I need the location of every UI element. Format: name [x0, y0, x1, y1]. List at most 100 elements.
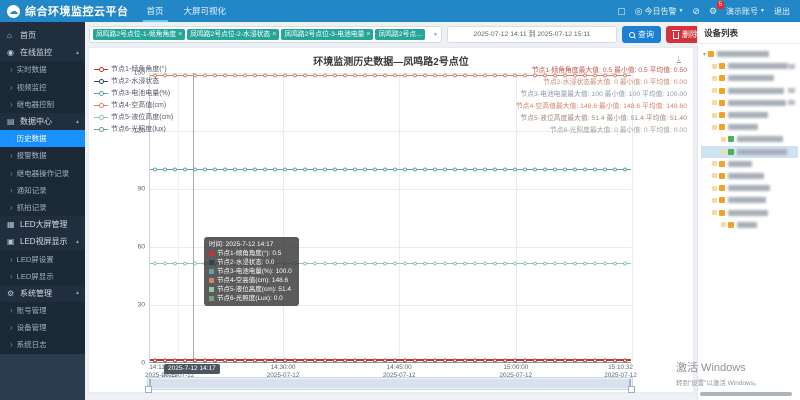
- home-icon: ⌂: [7, 31, 17, 40]
- sidebar-item-label: 实时数据: [17, 64, 47, 75]
- tree-toggle-icon[interactable]: [712, 88, 717, 93]
- nav-bigscreen[interactable]: 大屏可视化: [182, 0, 229, 22]
- tree-toggle-icon[interactable]: [712, 210, 717, 215]
- sidebar-item[interactable]: ›继电器控制: [0, 96, 85, 113]
- account-menu[interactable]: 演示账号 ▼: [726, 6, 765, 17]
- tree-toggle-icon[interactable]: [712, 198, 717, 203]
- download-icon[interactable]: ↓: [677, 54, 682, 63]
- legend-item[interactable]: 节点2-水浸状态: [94, 75, 173, 87]
- tree-toggle-icon[interactable]: [712, 76, 717, 81]
- legend-item[interactable]: 节点5-液位高度(cm): [94, 111, 173, 123]
- sidebar-item[interactable]: ⚙系统管理▲: [0, 285, 85, 302]
- device-tree-row[interactable]: [701, 206, 798, 218]
- sidebar-item[interactable]: ›账号管理: [0, 302, 85, 319]
- legend-item[interactable]: 节点3-电池电量(%): [94, 87, 173, 99]
- device-tree-row[interactable]: [701, 60, 798, 72]
- mute-icon[interactable]: ⊘: [692, 6, 700, 16]
- sidebar-item-label: 首页: [20, 30, 36, 41]
- device-tree-row[interactable]: [701, 146, 798, 158]
- today-alarm-menu[interactable]: ◎ 今日告警 ▼: [635, 6, 684, 17]
- device-tree-row[interactable]: ▾: [701, 48, 798, 60]
- close-icon[interactable]: ×: [366, 29, 370, 40]
- legend-item[interactable]: 节点6-光照度(lux): [94, 123, 173, 135]
- date-range-input[interactable]: 2025-07-12 14:11 到 2025-07-12 15:11: [447, 26, 617, 43]
- device-tree-row[interactable]: [701, 85, 798, 97]
- sidebar-item[interactable]: ›系统日志: [0, 336, 85, 353]
- device-tree-row[interactable]: [701, 133, 798, 145]
- tag-chip[interactable]: 凤鸣路2号点位-2-水浸状态×: [187, 29, 279, 40]
- datazoom-slider[interactable]: [147, 377, 633, 390]
- device-tree-row[interactable]: [701, 170, 798, 182]
- datazoom-range[interactable]: [149, 379, 631, 388]
- close-icon[interactable]: ×: [272, 29, 276, 40]
- legend-dot: [99, 127, 104, 132]
- axis-pointer-label: 2025-7-12 14:17: [164, 364, 220, 374]
- tree-toggle-icon[interactable]: [721, 137, 726, 142]
- sidebar-item[interactable]: ›LED屏显示: [0, 268, 85, 285]
- device-tree-row[interactable]: [701, 182, 798, 194]
- sidebar-item[interactable]: ▦LED大屏管理: [0, 216, 85, 233]
- legend-dot: [99, 91, 104, 96]
- tree-toggle-icon[interactable]: [712, 113, 717, 118]
- settings-menu[interactable]: ⚙ 5: [709, 6, 717, 16]
- device-tree-row[interactable]: [701, 121, 798, 133]
- sidebar-item[interactable]: ▣LED视屏显示▲: [0, 233, 85, 250]
- legend-dot: [99, 67, 104, 72]
- sidebar-item[interactable]: ›LED屏设置: [0, 250, 85, 267]
- tree-toggle-icon[interactable]: [712, 64, 717, 69]
- topnav-right: ▢ ◎ 今日告警 ▼ ⊘ ⚙ 5 演示账号 ▼ 退出: [617, 6, 800, 17]
- sidebar-item[interactable]: ›实时数据: [0, 61, 85, 78]
- device-name-blurred: [728, 210, 768, 216]
- fullscreen-icon[interactable]: ▢: [617, 6, 626, 16]
- tree-toggle-icon[interactable]: [712, 161, 717, 166]
- tag-chip-label: 凤鸣路2号点位-3-电池电量: [284, 29, 364, 40]
- logout-button[interactable]: 退出: [774, 6, 790, 17]
- device-icon: [719, 185, 725, 191]
- tree-caret-icon[interactable]: ▾: [703, 51, 706, 58]
- datazoom-right-handle[interactable]: [628, 386, 635, 393]
- tree-toggle-icon[interactable]: [712, 186, 717, 191]
- sidebar-item[interactable]: ›视频监控: [0, 79, 85, 96]
- tree-toggle-icon[interactable]: [712, 100, 717, 105]
- legend-item[interactable]: 节点4-空高值(cm): [94, 99, 173, 111]
- axis-pointer-line: [193, 73, 194, 362]
- device-name-blurred: [717, 51, 769, 57]
- tag-chip-label: 凤鸣路2号点位-1-倾角角度: [96, 29, 176, 40]
- device-tree-row[interactable]: [701, 97, 798, 109]
- sidebar-item[interactable]: ›抓拍记录: [0, 199, 85, 216]
- close-icon[interactable]: ×: [178, 29, 182, 40]
- account-label: 演示账号: [726, 6, 758, 17]
- tag-chip[interactable]: 凤鸣路2号点位-1-倾角角度×: [93, 29, 185, 40]
- device-tree-row[interactable]: [701, 219, 798, 231]
- top-navbar: ☁ 综合环境监控云平台 首页 大屏可视化 ▢ ◎ 今日告警 ▼ ⊘ ⚙ 5 演示…: [0, 0, 800, 22]
- point-select-input[interactable]: 凤鸣路2号点位-1-倾角角度×凤鸣路2号点位-2-水浸状态×凤鸣路2号点位-3-…: [89, 26, 442, 43]
- tree-toggle-icon[interactable]: [712, 125, 717, 130]
- sidebar-item[interactable]: ⌂首页: [0, 27, 85, 44]
- app-title: 综合环境监控云平台: [25, 3, 129, 19]
- legend-marker-icon: [94, 114, 108, 120]
- sidebar-item-label: 系统日志: [17, 339, 47, 350]
- stat-line: 节点3-电池电量最大值: 100 最小值: 100 平均值: 100.00: [516, 89, 687, 101]
- sidebar-item[interactable]: ›报警数据: [0, 147, 85, 164]
- tag-chip[interactable]: 凤鸣路2号点位-3-电池电量×: [281, 29, 373, 40]
- device-tree-scrollbar[interactable]: [700, 392, 792, 396]
- datazoom-left-handle[interactable]: [145, 386, 152, 393]
- sidebar-item[interactable]: ›历史数据: [0, 130, 85, 147]
- nav-home[interactable]: 首页: [145, 0, 166, 22]
- device-name-blurred: [728, 197, 766, 203]
- sidebar-item[interactable]: ◉在线监控▲: [0, 44, 85, 61]
- device-tree-row[interactable]: [701, 109, 798, 121]
- device-tree-row[interactable]: [701, 194, 798, 206]
- tag-chip[interactable]: 凤鸣路2号点...: [375, 29, 424, 40]
- sidebar-item[interactable]: ›设备管理: [0, 319, 85, 336]
- sidebar-item[interactable]: ▤数据中心▲: [0, 113, 85, 130]
- tree-toggle-icon[interactable]: [721, 222, 726, 227]
- tree-toggle-icon[interactable]: [712, 173, 717, 178]
- query-button[interactable]: 查询: [622, 26, 661, 43]
- device-tree-row[interactable]: [701, 158, 798, 170]
- device-tree-row[interactable]: [701, 72, 798, 84]
- sidebar-item[interactable]: ›继电器操作记录: [0, 165, 85, 182]
- tree-toggle-icon[interactable]: [721, 149, 726, 154]
- legend-item[interactable]: 节点1-倾角角度(°): [94, 63, 173, 75]
- sidebar-item[interactable]: ›通知记录: [0, 182, 85, 199]
